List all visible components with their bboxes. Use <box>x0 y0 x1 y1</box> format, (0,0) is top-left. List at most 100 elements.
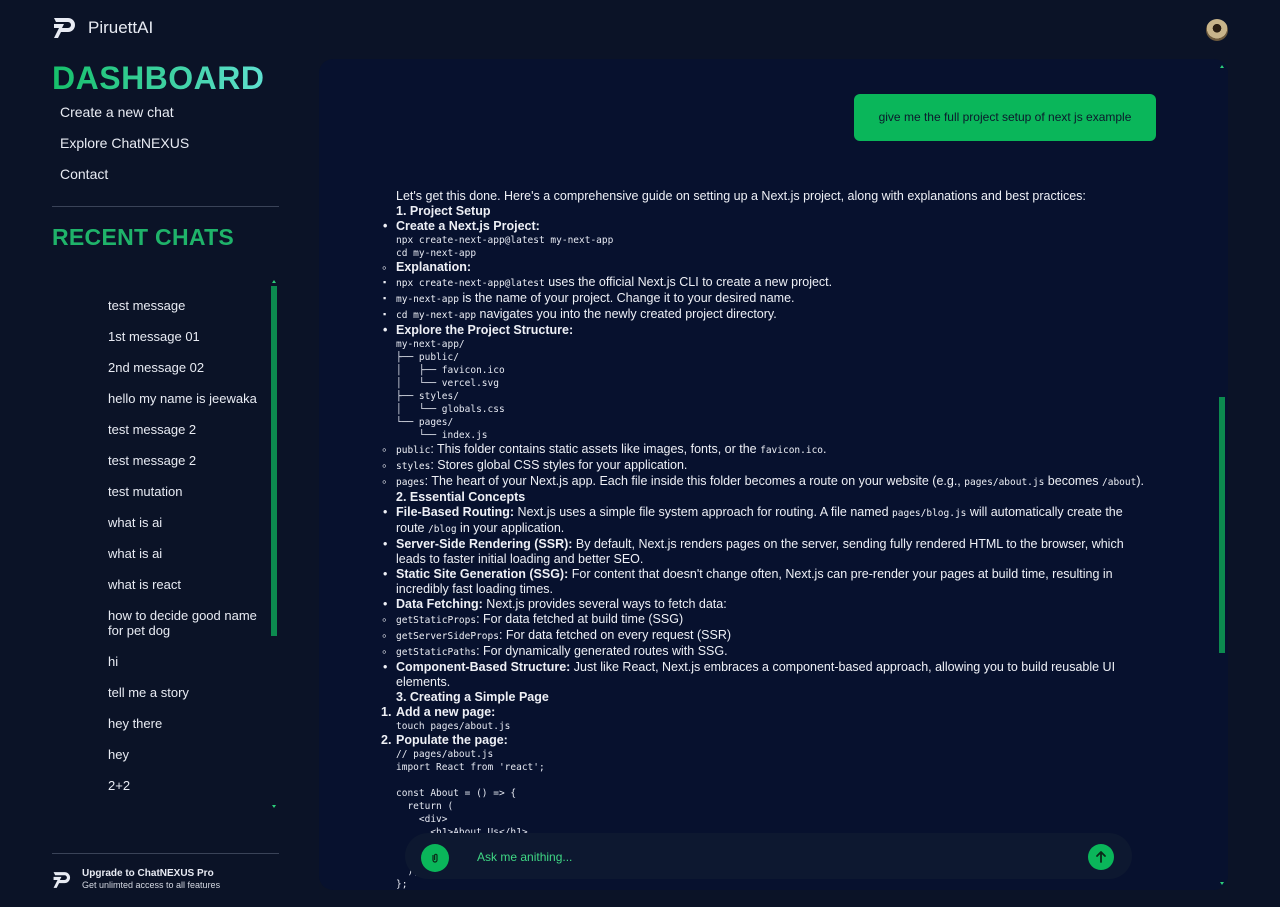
recent-chat-item[interactable]: what is react <box>108 577 258 592</box>
recent-chat-item[interactable]: hey there <box>108 716 258 731</box>
list-text: navigates you into the newly created pro… <box>476 307 777 321</box>
list-text: : The heart of your Next.js app. Each fi… <box>424 474 965 488</box>
upgrade-pro-link[interactable]: Upgrade to ChatNEXUS Pro Get unlimted ac… <box>52 868 220 891</box>
nav-create-new-chat[interactable]: Create a new chat <box>60 104 189 135</box>
recent-chats-list: test message 1st message 01 2nd message … <box>108 298 258 812</box>
section-heading: 2. Essential Concepts <box>396 490 526 504</box>
recent-chat-item[interactable]: what is ai <box>108 515 258 530</box>
inline-code: getStaticProps <box>396 615 477 626</box>
recent-chat-item[interactable]: what is ai <box>108 546 258 561</box>
inline-code: /about <box>1102 477 1137 488</box>
recent-chats-title: RECENT CHATS <box>52 224 235 250</box>
list-item: Explanation: <box>382 260 1146 275</box>
upgrade-subtitle: Get unlimted access to all features <box>82 880 221 890</box>
nav-contact[interactable]: Contact <box>60 166 189 197</box>
recent-chat-item[interactable]: hello my name is jeewaka <box>108 391 258 406</box>
list-bold: File-Based Routing: <box>396 505 515 519</box>
chat-scrollbar[interactable] <box>1219 397 1225 653</box>
chat-input[interactable] <box>475 841 1079 873</box>
list-text: is the name of your project. Change it t… <box>458 291 795 305</box>
assistant-message: Let's get this done. Here's a comprehens… <box>381 189 1146 890</box>
list-text: : For dynamically generated routes with … <box>476 644 728 658</box>
list-bold: Static Site Generation (SSG): <box>396 567 569 581</box>
list-text: becomes <box>1044 474 1102 488</box>
code-block: npx create-next-app@latest my-next-app c… <box>396 235 614 259</box>
scroll-down-arrow-icon[interactable] <box>272 805 276 808</box>
send-button[interactable] <box>1088 844 1114 870</box>
recent-chat-item[interactable]: 1st message 01 <box>108 329 258 344</box>
list-bold: Data Fetching: <box>396 597 483 611</box>
list-item: getServerSideProps: For data fetched on … <box>382 628 1146 644</box>
inline-code: getStaticPaths <box>396 647 477 658</box>
inline-code: styles <box>396 461 431 472</box>
list-heading: Add a new page: <box>396 705 496 719</box>
recent-chat-item[interactable]: test message 2 <box>108 422 258 437</box>
nav-explore-chatnexus[interactable]: Explore ChatNEXUS <box>60 135 189 166</box>
recent-chat-item[interactable]: hi <box>108 654 258 669</box>
upgrade-title: Upgrade to ChatNEXUS Pro <box>82 868 214 879</box>
list-text: : For data fetched at build time (SSG) <box>476 612 684 626</box>
list-text: in your application. <box>456 521 565 535</box>
recent-chat-item[interactable]: tell me a story <box>108 685 258 700</box>
attach-button[interactable] <box>421 844 449 872</box>
list-text: Next.js provides several ways to fetch d… <box>482 597 727 611</box>
piruett-logo-icon <box>54 18 75 38</box>
list-text: ). <box>1136 474 1144 488</box>
inline-code: pages/blog.js <box>892 508 967 519</box>
section-heading: 1. Project Setup <box>396 204 491 218</box>
app-logo[interactable]: PiruettAI <box>52 14 153 42</box>
inline-code: pages <box>396 477 425 488</box>
recent-chat-item[interactable]: test message <box>108 298 258 313</box>
code-block: my-next-app/ ├── public/ │ ├── favicon.i… <box>396 339 505 441</box>
scroll-up-arrow-icon[interactable] <box>1220 65 1224 68</box>
list-number: 1. <box>381 705 392 719</box>
list-item: File-Based Routing: Next.js uses a simpl… <box>383 505 1146 537</box>
arrow-up-icon <box>1096 851 1106 863</box>
recent-chat-item[interactable]: how to decide good name for pet dog <box>108 608 258 638</box>
recent-chat-item[interactable]: 2nd message 02 <box>108 360 258 375</box>
app-name: PiruettAI <box>88 18 154 37</box>
list-item: pages: The heart of your Next.js app. Ea… <box>382 474 1146 490</box>
list-text: . <box>823 442 827 456</box>
paperclip-icon <box>432 853 438 863</box>
list-item: Explore the Project Structure: <box>383 323 1146 338</box>
sidebar-scrollbar[interactable] <box>271 286 277 636</box>
list-item: Create a Next.js Project: <box>383 219 1146 234</box>
list-text: : This folder contains static assets lik… <box>430 442 761 456</box>
dashboard-title: DASHBOARD <box>52 60 265 96</box>
inline-code: getServerSideProps <box>396 631 499 642</box>
recent-chat-item[interactable]: hey <box>108 747 258 762</box>
list-item: cd my-next-app navigates you into the ne… <box>383 307 1146 323</box>
chat-input-bar <box>405 833 1132 879</box>
list-text: : Stores global CSS styles for your appl… <box>430 458 688 472</box>
list-item: Data Fetching: Next.js provides several … <box>383 597 1146 612</box>
inline-code: cd my-next-app <box>396 310 477 321</box>
sidebar-divider <box>52 853 279 854</box>
scroll-up-arrow-icon[interactable] <box>272 280 276 283</box>
list-bold: Server-Side Rendering (SSR): <box>396 537 573 551</box>
list-bold: Component-Based Structure: <box>396 660 571 674</box>
recent-chat-item[interactable]: test mutation <box>108 484 258 499</box>
answer-intro: Let's get this done. Here's a comprehens… <box>396 189 1086 203</box>
inline-code: pages/about.js <box>964 477 1045 488</box>
list-item: Component-Based Structure: Just like Rea… <box>383 660 1146 690</box>
sidebar-nav: Create a new chat Explore ChatNEXUS Cont… <box>60 104 189 197</box>
scroll-down-arrow-icon[interactable] <box>1220 882 1224 885</box>
recent-chat-item[interactable]: test message 2 <box>108 453 258 468</box>
inline-code: public <box>396 445 431 456</box>
section-heading: 3. Creating a Simple Page <box>396 690 549 704</box>
list-item: npx create-next-app@latest uses the offi… <box>383 275 1146 291</box>
list-item: public: This folder contains static asse… <box>382 442 1146 458</box>
sidebar: DASHBOARD Create a new chat Explore Chat… <box>52 58 279 907</box>
list-item: Server-Side Rendering (SSR): By default,… <box>383 537 1146 567</box>
chat-panel: give me the full project setup of next j… <box>319 59 1228 890</box>
list-item: 2. Populate the page: <box>381 733 1146 748</box>
user-avatar-icon[interactable] <box>1206 19 1228 41</box>
list-item: getStaticProps: For data fetched at buil… <box>382 612 1146 628</box>
code-block: touch pages/about.js <box>396 721 511 732</box>
list-item: 1. Add a new page: <box>381 705 1146 720</box>
list-text: Next.js uses a simple file system approa… <box>514 505 893 519</box>
recent-chat-item[interactable]: 2+2 <box>108 778 258 793</box>
list-item: my-next-app is the name of your project.… <box>383 291 1146 307</box>
list-item: styles: Stores global CSS styles for you… <box>382 458 1146 474</box>
